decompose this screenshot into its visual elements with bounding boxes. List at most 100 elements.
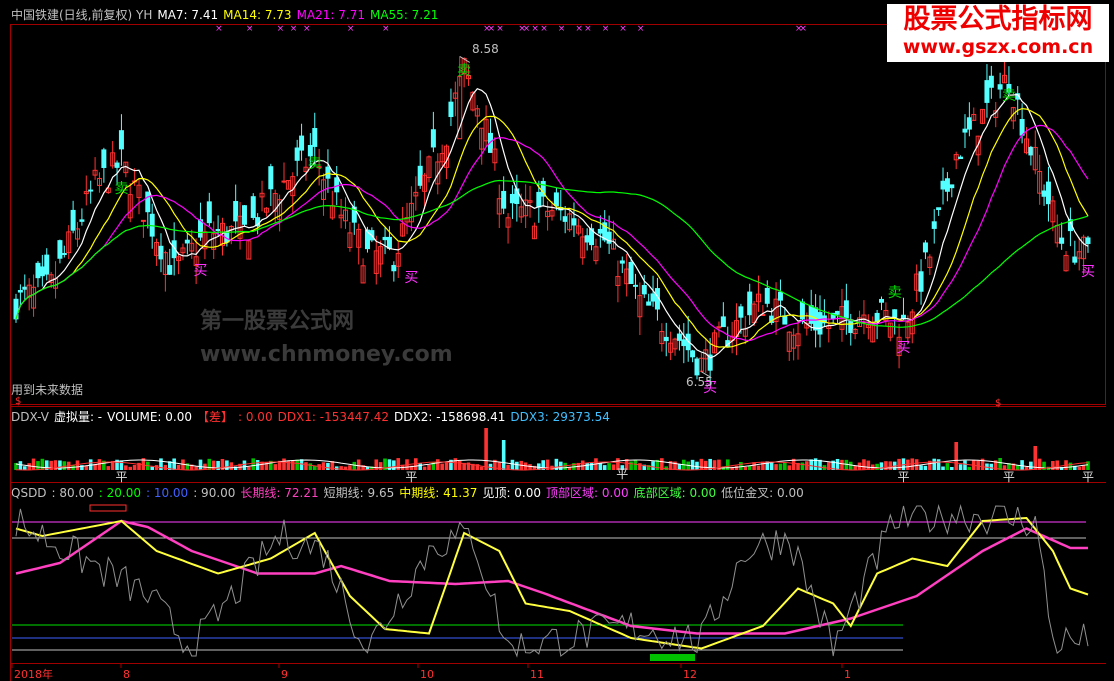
ddx-bar [695, 461, 699, 470]
ddx-bar [198, 459, 203, 470]
ddx-bar [392, 460, 396, 470]
candle-body [966, 117, 972, 130]
candle-body [694, 358, 700, 376]
ddx-bar [602, 465, 607, 470]
candle-body [738, 306, 744, 318]
ddx-bar [607, 463, 611, 470]
ddx-bar [418, 463, 422, 470]
qsdd-label: : 20.00 [98, 486, 141, 500]
axis-label: 9 [281, 668, 288, 681]
ddx-bar [128, 466, 133, 470]
ddx-bar [963, 460, 967, 470]
future-data-note: 用到未来数据 [11, 383, 84, 397]
candle-body [936, 207, 942, 211]
ddx-bar [58, 460, 62, 470]
axis-label: 12 [683, 668, 697, 681]
candle-body [158, 245, 164, 260]
ddx-bar [677, 464, 682, 470]
ddx-bar [36, 461, 40, 470]
ma21-line [15, 124, 1089, 342]
candle-body [250, 196, 256, 218]
candle-body [848, 320, 854, 334]
ddx-bar [1068, 462, 1073, 470]
signal-x-mark: × [540, 24, 548, 34]
ddx-bar [769, 461, 774, 470]
ddx-label: DDX1: -153447.42 [277, 410, 389, 424]
low-price-label: 6.55 [686, 375, 713, 389]
signal-x-mark: × [637, 24, 645, 34]
sell-signal: 卖 [308, 156, 322, 172]
axis-label: 10 [420, 668, 434, 681]
ddx-label: VOLUME: 0.00 [107, 410, 192, 424]
candle-body [215, 228, 221, 231]
ddx-bar [725, 459, 730, 470]
ddx-bar [22, 466, 27, 470]
ddx-bar [888, 461, 893, 470]
watermark-title: 第一股票公式网 [200, 309, 355, 334]
qsdd-label: : 10.00 [145, 486, 189, 500]
signal-x-mark: × [575, 24, 583, 34]
qsdd-label: 低位金叉: 0.00 [721, 486, 804, 500]
watermark-url: www.chnmoney.com [200, 342, 453, 367]
ddx-zero-mark: 平 [897, 470, 909, 484]
ddx-bar [1033, 446, 1038, 470]
qsdd-label: 底部区域: 0.00 [633, 486, 717, 500]
signal-x-mark: × [246, 24, 254, 34]
dollar-marker: $ [15, 396, 21, 407]
ddx-bar [163, 464, 168, 470]
candle-body [571, 218, 577, 226]
ddx-bar [510, 459, 515, 470]
candle-body [140, 219, 146, 222]
candle-body [663, 336, 669, 342]
ddx-bar [440, 463, 444, 470]
ddx-bar [515, 461, 519, 470]
candle-body [690, 350, 696, 358]
candle-body [448, 101, 454, 118]
candle-body [268, 166, 274, 190]
candle-body [1072, 256, 1078, 263]
ddx-bar [528, 464, 532, 470]
ddx-bar [866, 460, 871, 470]
candle-body [536, 191, 542, 208]
ddx-bar [484, 428, 488, 470]
candle-body [874, 312, 880, 322]
ddx-bar [585, 462, 589, 470]
ma-label: MA14: 7.73 [223, 8, 292, 22]
ddx-bar [958, 464, 963, 470]
candle-body [628, 261, 634, 284]
candle-body [35, 262, 41, 279]
candle-body [391, 264, 397, 272]
short-term-line [15, 504, 1089, 658]
candle-body [782, 315, 788, 325]
ddx-label: 虚拟量: - [53, 410, 103, 424]
bottom-region-block [650, 654, 695, 661]
candle-body [88, 189, 94, 192]
signal-x-mark: × [558, 24, 566, 34]
ddx-bar [589, 462, 594, 470]
ddx-zero-mark: 平 [616, 467, 628, 481]
candle-body [918, 271, 924, 292]
candle-body [1028, 146, 1034, 156]
candle-body [281, 180, 287, 183]
candle-body [184, 239, 190, 244]
candle-body [101, 149, 107, 168]
ddx-bar [809, 459, 814, 470]
candle-body [562, 216, 568, 222]
candle-body [681, 339, 687, 347]
candle-body [145, 191, 151, 213]
signal-x-mark: × [382, 24, 390, 34]
buy-signal: 买 [194, 263, 208, 279]
signal-x-mark: × [619, 24, 627, 34]
axis-label: 11 [530, 668, 544, 681]
signal-x-mark: × [487, 24, 495, 34]
candle-body [61, 253, 67, 256]
ddx-bar [778, 463, 783, 470]
sell-signal: 卖 [1002, 88, 1016, 104]
candle-body [988, 75, 994, 88]
stock-chart[interactable]: 卖卖卖卖卖买 买买买买× × × × × × × ×× × ×× × × × × × × × × ××$ $平平平平平平… [0, 0, 1114, 681]
ddx-zero-mark: 平 [115, 470, 127, 484]
candle-body [676, 333, 682, 341]
ddx-bar [923, 465, 928, 470]
ddx-bar [848, 461, 853, 470]
qsdd-label: : 80.00 [51, 486, 94, 500]
